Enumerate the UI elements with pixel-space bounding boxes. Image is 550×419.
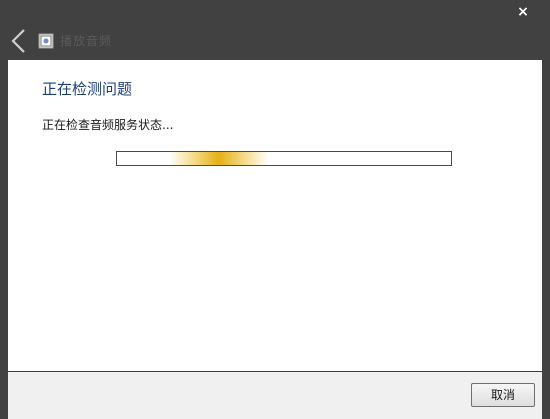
title-bar: × 播放音频: [0, 0, 550, 60]
close-button[interactable]: ×: [514, 3, 532, 21]
page-heading: 正在检测问题: [42, 80, 133, 98]
cancel-button[interactable]: 取消: [471, 383, 535, 407]
progress-bar: [116, 151, 452, 166]
content-area: 正在检测问题 正在检查音频服务状态...: [8, 60, 542, 371]
footer-bar: 取消: [8, 371, 542, 419]
window-title: 播放音频: [60, 34, 113, 48]
progress-indicator: [169, 152, 269, 165]
back-button[interactable]: [8, 28, 30, 54]
audio-troubleshooter-icon: [38, 33, 54, 49]
chevron-left-icon: [11, 29, 25, 53]
troubleshooter-window: × 播放音频 正在检测问题 正在检查音频服务状态... 取消: [0, 0, 550, 419]
status-text: 正在检查音频服务状态...: [42, 118, 174, 132]
